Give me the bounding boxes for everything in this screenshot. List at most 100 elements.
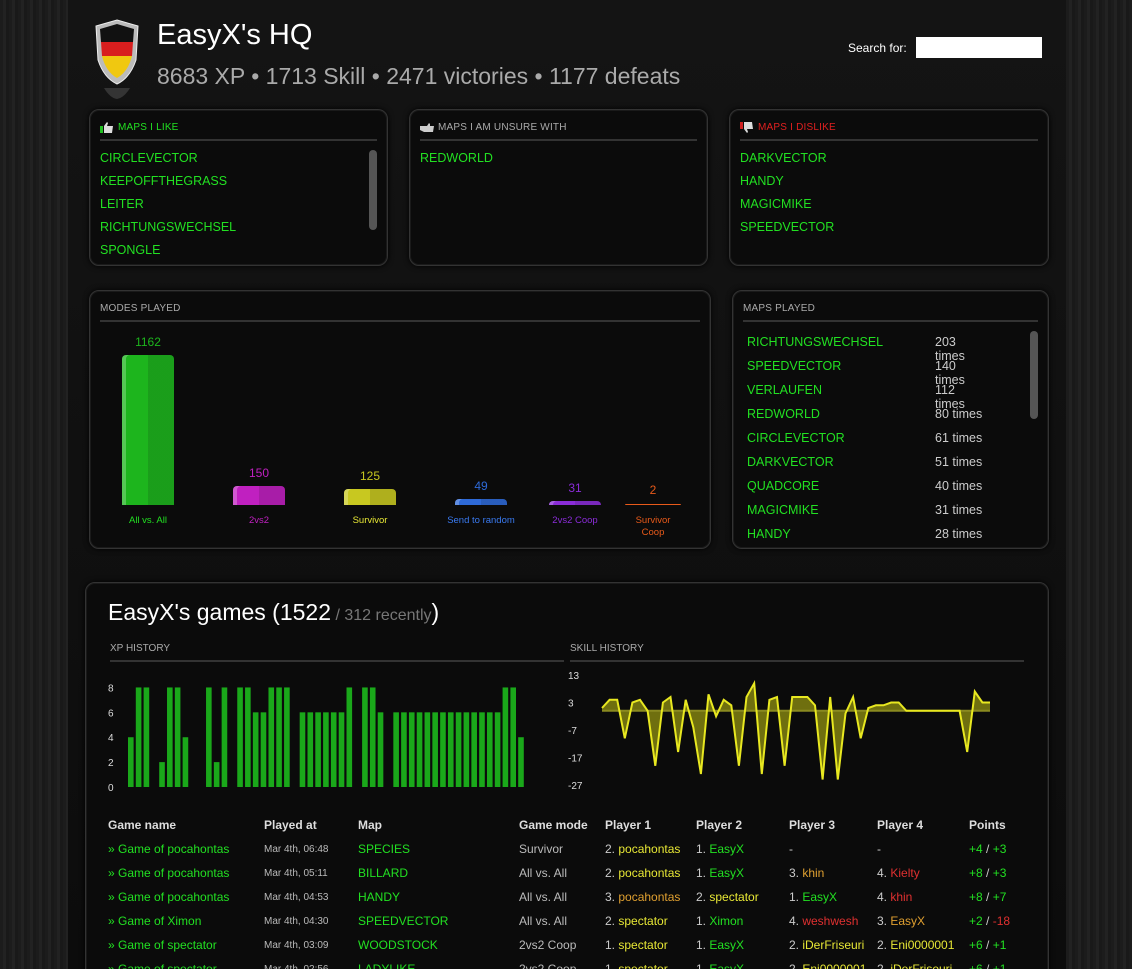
player-name-link[interactable]: EasyX: [890, 914, 925, 928]
maps-played-map[interactable]: DARKVECTOR: [747, 455, 834, 469]
maps-played-map[interactable]: VERLAUFEN: [747, 383, 822, 397]
xp-bar: [369, 687, 376, 787]
player-cell: 1. EasyX: [789, 885, 877, 909]
maps-dislike-title: MAPS I DISLIKE: [758, 122, 836, 133]
column-header[interactable]: Played at: [264, 813, 358, 837]
player-name-link[interactable]: EasyX: [709, 842, 744, 856]
game-name-link[interactable]: » Game of pocahontas: [108, 861, 264, 885]
list-item[interactable]: REDWORLD: [420, 150, 493, 173]
column-header[interactable]: Player 4: [877, 813, 969, 837]
list-item[interactable]: MAGICMIKE: [740, 196, 834, 219]
player-cell: 2. spectator: [696, 885, 789, 909]
maps-played-map[interactable]: QUADCORE: [747, 479, 819, 493]
player-name-link[interactable]: EasyX: [709, 962, 744, 969]
game-name-link[interactable]: » Game of spectator: [108, 933, 264, 957]
player-name-link[interactable]: Eni0000001: [802, 962, 866, 969]
xp-bar: [479, 712, 485, 787]
player-name-link[interactable]: EasyX: [802, 890, 837, 904]
xp-tick-label: 6: [108, 708, 114, 719]
column-header[interactable]: Player 1: [605, 813, 696, 837]
game-map-link[interactable]: WOODSTOCK: [358, 933, 519, 957]
player-name-link[interactable]: Kielty: [890, 866, 919, 880]
maps-played-scrollbar[interactable]: [1030, 331, 1038, 419]
player-cell: 3. pocahontas: [605, 885, 696, 909]
page: EasyX's HQ 8683 XP • 1713 Skill • 2471 v…: [68, 0, 1066, 969]
game-name-link[interactable]: » Game of pocahontas: [108, 837, 264, 861]
points-separator: /: [982, 866, 993, 880]
list-item[interactable]: SPONGLE: [100, 242, 236, 265]
xp-history-chart: 0 2 4 6 8: [108, 683, 524, 793]
game-map-link[interactable]: HANDY: [358, 885, 519, 909]
column-header[interactable]: Map: [358, 813, 519, 837]
xp-history-title: XP HISTORY: [110, 643, 564, 662]
player-name-link[interactable]: spectator: [618, 914, 667, 928]
game-map-link[interactable]: SPECIES: [358, 837, 519, 861]
player-name-link[interactable]: Eni0000001: [890, 938, 954, 952]
player-name-link[interactable]: weshwesh: [802, 914, 858, 928]
player-name-link[interactable]: EasyX: [709, 938, 744, 952]
game-name-link[interactable]: » Game of pocahontas: [108, 885, 264, 909]
search-input[interactable]: [916, 37, 1042, 58]
maps-played-times: 80 times: [935, 407, 983, 421]
maps-played-map[interactable]: MAGICMIKE: [747, 503, 819, 517]
maps-like-list: CIRCLEVECTOR KEEPOFFTHEGRASS LEITER RICH…: [100, 150, 236, 265]
maps-played-times: 28 times: [935, 527, 983, 541]
maps-played-map[interactable]: SPEEDVECTOR: [747, 359, 841, 373]
list-item[interactable]: HANDY: [740, 173, 834, 196]
xp-bar: [315, 712, 321, 787]
points-skill: +1: [992, 962, 1007, 969]
xp-bar: [323, 712, 329, 787]
maps-played-map[interactable]: REDWORLD: [747, 407, 820, 421]
game-name-link[interactable]: » Game of spectator: [108, 957, 264, 969]
list-item[interactable]: LEITER: [100, 196, 236, 219]
player-name-link[interactable]: spectator: [618, 962, 667, 969]
player-name-link[interactable]: iDerFriseuri: [802, 938, 864, 952]
maps-played-map[interactable]: RICHTUNGSWECHSEL: [747, 335, 883, 349]
maps-like-title: MAPS I LIKE: [118, 122, 179, 133]
xp-bar: [440, 712, 446, 787]
xp-tick-label: 4: [108, 733, 114, 744]
xp-bar: [424, 712, 431, 787]
list-item[interactable]: KEEPOFFTHEGRASS: [100, 173, 236, 196]
player-name-link[interactable]: khin: [802, 866, 824, 880]
player-rank: 2.: [877, 938, 891, 952]
column-header[interactable]: Game mode: [519, 813, 605, 837]
player-rank: 1.: [696, 866, 710, 880]
player-name-link[interactable]: khin: [890, 890, 912, 904]
game-map-link[interactable]: SPEEDVECTOR: [358, 909, 519, 933]
player-rank: 2.: [605, 914, 619, 928]
maps-played-map[interactable]: HANDY: [747, 527, 791, 541]
player-name-link[interactable]: Ximon: [709, 914, 743, 928]
xp-bar: [221, 687, 228, 787]
list-item[interactable]: CIRCLEVECTOR: [100, 150, 236, 173]
list-item[interactable]: SPEEDVECTOR: [740, 219, 834, 242]
player-name-link[interactable]: pocahontas: [618, 866, 680, 880]
player-name-link[interactable]: pocahontas: [618, 890, 680, 904]
game-mode: 2vs2 Coop: [519, 962, 577, 969]
list-item[interactable]: RICHTUNGSWECHSEL: [100, 219, 236, 242]
game-map-link[interactable]: LADYLIKE: [358, 957, 519, 969]
player-name-link[interactable]: spectator: [709, 890, 758, 904]
game-map-link[interactable]: BILLARD: [358, 861, 519, 885]
player-name-link[interactable]: pocahontas: [618, 842, 680, 856]
maps-played-heading: MAPS PLAYED: [743, 303, 1038, 322]
game-played-at: Mar 4th, 06:48: [264, 843, 329, 855]
column-header[interactable]: Points: [969, 813, 1029, 837]
column-header[interactable]: Game name: [108, 813, 264, 837]
maps-dislike-heading: MAPS I DISLIKE: [740, 122, 1038, 141]
xp-bar: [377, 712, 384, 787]
xp-bar: [494, 712, 501, 787]
list-item[interactable]: DARKVECTOR: [740, 150, 834, 173]
game-name-link[interactable]: » Game of Ximon: [108, 909, 264, 933]
player-cell: 2. spectator: [605, 909, 696, 933]
maps-played-map[interactable]: CIRCLEVECTOR: [747, 431, 845, 445]
player-name-link[interactable]: EasyX: [709, 866, 744, 880]
table-row: » Game of Ximon Mar 4th, 04:30 SPEEDVECTOR…: [108, 909, 1029, 933]
player-cell: 3. EasyX: [877, 909, 969, 933]
maps-like-scrollbar[interactable]: [369, 150, 377, 230]
player-name-link[interactable]: iDerFriseuri: [890, 962, 952, 969]
player-cell: 2. Eni0000001: [877, 933, 969, 957]
column-header[interactable]: Player 3: [789, 813, 877, 837]
player-name-link[interactable]: spectator: [618, 938, 667, 952]
column-header[interactable]: Player 2: [696, 813, 789, 837]
